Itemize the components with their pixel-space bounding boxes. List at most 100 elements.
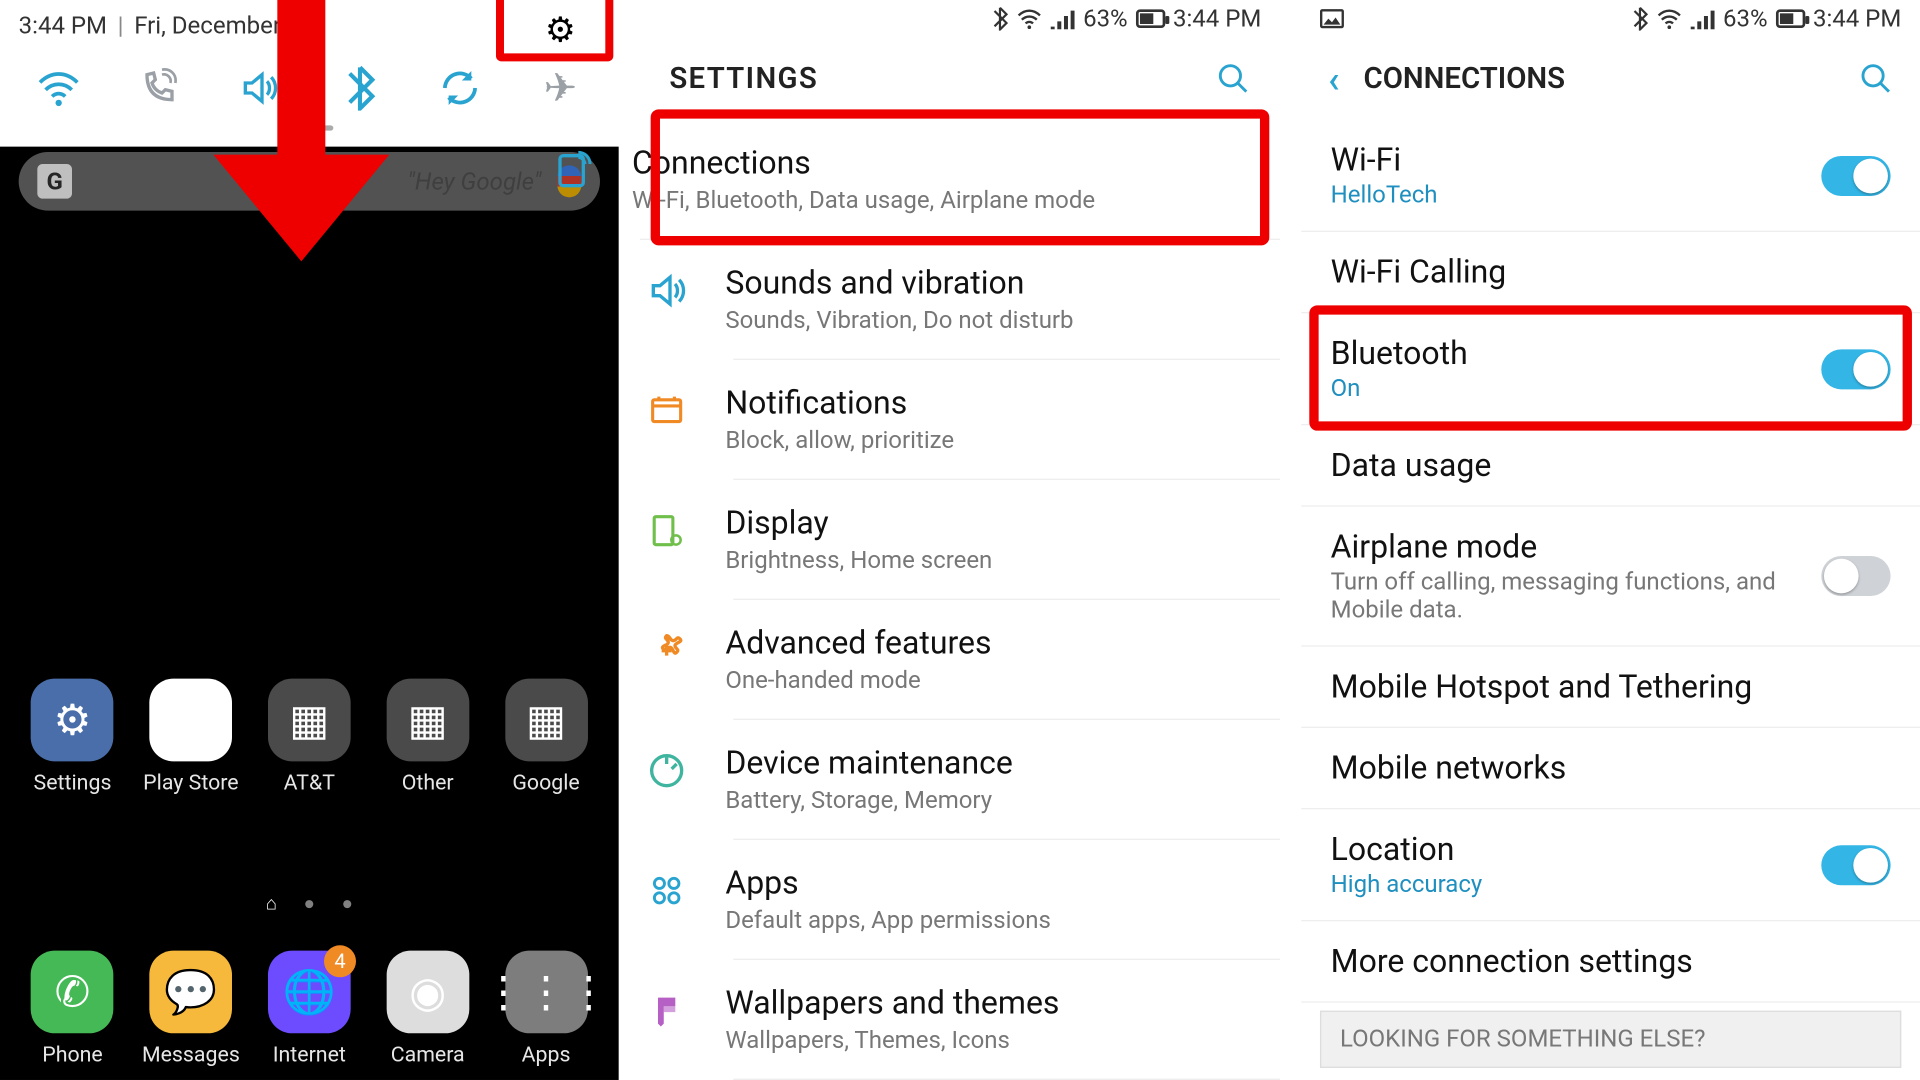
item-subtitle: Turn off calling, messaging functions, a…: [1331, 568, 1822, 624]
item-title: Notifications: [725, 384, 954, 421]
settings-item-connections[interactable]: ConnectionsWi-Fi, Bluetooth, Data usage,…: [640, 120, 1280, 240]
app-internet[interactable]: 🌐4Internet: [256, 951, 363, 1067]
wifi-status-icon: [1016, 8, 1043, 29]
clock: 3:44 PM: [1173, 5, 1261, 33]
bluetooth-status-icon: [1632, 7, 1648, 31]
wifi-calling-icon[interactable]: [123, 52, 195, 124]
search-icon[interactable]: [1216, 61, 1251, 96]
gear-icon[interactable]: ⚙: [545, 11, 576, 51]
conn-item-wi-fi[interactable]: Wi-FiHelloTech: [1301, 120, 1920, 232]
settings-item-sounds-and-vibration[interactable]: Sounds and vibrationSounds, Vibration, D…: [733, 240, 1280, 360]
app-apps[interactable]: ⋮⋮⋮ Apps: [493, 951, 600, 1067]
item-subtitle: On: [1331, 375, 1822, 403]
toggle[interactable]: [1821, 845, 1890, 885]
sound-icon: [640, 264, 693, 317]
screen-connections: 63% 3:44 PM ‹ CONNECTIONS Wi-FiHelloTech…: [1301, 0, 1920, 1080]
item-subtitle: Wi-Fi, Bluetooth, Data usage, Airplane m…: [632, 187, 1095, 215]
app-row: ⚙ Settings ▶ Play Store ▦ AT&T ▦Other▦Google: [0, 679, 619, 795]
app-label: Play Store: [143, 769, 238, 794]
notif-icon: [640, 384, 693, 437]
clock: 3:44 PM: [19, 11, 107, 39]
app-tile: 💬: [150, 951, 233, 1034]
settings-item-wallpapers-and-themes[interactable]: Wallpapers and themesWallpapers, Themes,…: [733, 960, 1280, 1080]
page-indicator[interactable]: ⌂●●: [0, 892, 619, 915]
status-bar: 63% 3:44 PM: [1301, 0, 1920, 37]
item-title: Location: [1331, 831, 1822, 868]
toggle[interactable]: [1821, 556, 1890, 596]
conn-item-location[interactable]: LocationHigh accuracy: [1301, 809, 1920, 921]
badge: 4: [324, 945, 356, 977]
app-camera[interactable]: ◉Camera: [374, 951, 481, 1067]
back-icon[interactable]: ‹: [1328, 57, 1340, 101]
drag-handle[interactable]: [285, 125, 333, 130]
search-icon[interactable]: [1859, 61, 1894, 96]
divider: |: [118, 11, 124, 39]
header-title: SETTINGS: [669, 62, 818, 95]
toggle[interactable]: [1821, 349, 1890, 389]
dim-overlay: [0, 147, 619, 1080]
item-subtitle: Brightness, Home screen: [725, 547, 992, 575]
conn-item-airplane-mode[interactable]: Airplane modeTurn off calling, messaging…: [1301, 507, 1920, 647]
app-label: Other: [402, 769, 454, 794]
item-title: Connections: [632, 144, 1095, 181]
app-tile: ▦: [268, 679, 351, 762]
connections-list: Wi-FiHelloTechWi-Fi CallingBluetoothOnDa…: [1301, 120, 1920, 1003]
app-messages[interactable]: 💬Messages: [138, 951, 245, 1067]
item-subtitle: Wallpapers, Themes, Icons: [725, 1027, 1059, 1055]
conn-icon: [547, 144, 600, 197]
app-phone[interactable]: ✆Phone: [19, 951, 126, 1067]
app-label: Apps: [522, 1041, 571, 1066]
app-play-store[interactable]: ▶ Play Store: [138, 679, 245, 795]
app-tile: ✆: [31, 951, 114, 1034]
looking-for-banner[interactable]: LOOKING FOR SOMETHING ELSE?: [1320, 1011, 1901, 1068]
app-settings[interactable]: ⚙ Settings: [19, 679, 126, 795]
conn-item-mobile-hotspot-and-tethering[interactable]: Mobile Hotspot and Tethering: [1301, 647, 1920, 728]
conn-item-bluetooth[interactable]: BluetoothOn: [1301, 313, 1920, 425]
conn-item-mobile-networks[interactable]: Mobile networks: [1301, 728, 1920, 809]
item-title: More connection settings: [1331, 943, 1891, 980]
conn-item-wi-fi-calling[interactable]: Wi-Fi Calling: [1301, 232, 1920, 313]
app-label: Settings: [34, 769, 112, 794]
app-label: Google: [512, 769, 579, 794]
item-title: Device maintenance: [725, 744, 1013, 781]
conn-item-more-connection-settings[interactable]: More connection settings: [1301, 921, 1920, 1002]
battery-text: 63%: [1083, 5, 1128, 33]
app-other[interactable]: ▦Other: [374, 679, 481, 795]
settings-item-notifications[interactable]: NotificationsBlock, allow, prioritize: [733, 360, 1280, 480]
item-subtitle: HelloTech: [1331, 181, 1822, 209]
settings-item-apps[interactable]: AppsDefault apps, App permissions: [733, 840, 1280, 960]
item-title: Advanced features: [725, 624, 991, 661]
item-subtitle: Sounds, Vibration, Do not disturb: [725, 307, 1073, 335]
signal-status-icon: [1051, 8, 1075, 29]
settings-list: ConnectionsWi-Fi, Bluetooth, Data usage,…: [640, 120, 1280, 1080]
signal-status-icon: [1691, 8, 1715, 29]
settings-item-device-maintenance[interactable]: Device maintenanceBattery, Storage, Memo…: [733, 720, 1280, 840]
item-title: Apps: [725, 864, 1051, 901]
item-title: Mobile networks: [1331, 749, 1891, 786]
settings-item-advanced-features[interactable]: Advanced featuresOne-handed mode: [733, 600, 1280, 720]
app-tile: ▶: [150, 679, 233, 762]
wifi-icon[interactable]: [22, 52, 94, 124]
quick-settings-panel[interactable]: 3:44 PM | Fri, December ⚙ ✈: [0, 0, 619, 147]
conn-item-data-usage[interactable]: Data usage: [1301, 425, 1920, 506]
wifi-status-icon: [1656, 8, 1683, 29]
app-tile: ⋮⋮⋮: [505, 951, 588, 1034]
maint-icon: [640, 744, 693, 797]
header-title: CONNECTIONS: [1364, 62, 1566, 95]
app-label: AT&T: [284, 769, 335, 794]
dock-row: ✆Phone💬Messages🌐4Internet◉Camera ⋮⋮⋮ Apps: [0, 951, 619, 1067]
item-subtitle: Battery, Storage, Memory: [725, 787, 1013, 815]
app-tile: ⚙: [31, 679, 114, 762]
home-screen: G "Hey Google" ⚙Settings▶Play Store▦AT&T…: [0, 147, 619, 1080]
disp-icon: [640, 504, 693, 557]
toggle[interactable]: [1821, 155, 1890, 195]
item-title: Sounds and vibration: [725, 264, 1073, 301]
rotate-icon[interactable]: [424, 52, 496, 124]
app-google[interactable]: ▦Google: [493, 679, 600, 795]
sound-icon[interactable]: [223, 52, 295, 124]
settings-item-display[interactable]: DisplayBrightness, Home screen: [733, 480, 1280, 600]
bluetooth-icon[interactable]: [324, 52, 396, 124]
status-bar: 63% 3:44 PM: [640, 0, 1280, 37]
airplane-icon[interactable]: ✈: [524, 52, 596, 124]
app-at&t[interactable]: ▦ AT&T: [256, 679, 363, 795]
